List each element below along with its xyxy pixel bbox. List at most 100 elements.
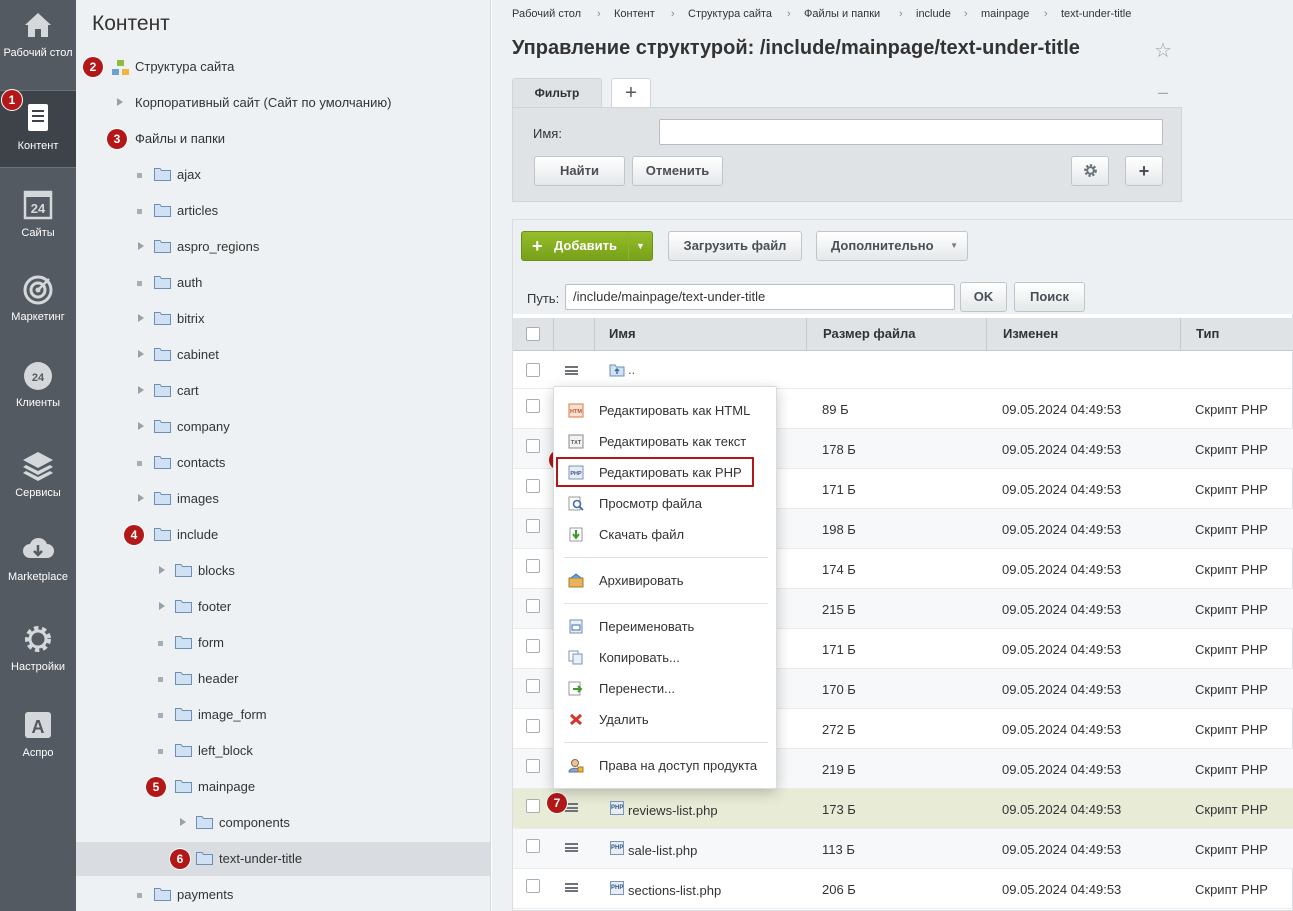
- tree-folder-header[interactable]: header: [76, 662, 490, 696]
- breadcrumb-item[interactable]: Структура сайта: [688, 8, 772, 20]
- expand-arrow-icon[interactable]: [138, 494, 144, 502]
- breadcrumb-item[interactable]: Рабочий стол: [512, 8, 581, 20]
- row-checkbox[interactable]: [526, 599, 540, 613]
- tree-item-files-and-folders[interactable]: Файлы и папки: [76, 122, 490, 156]
- row-checkbox[interactable]: [526, 879, 540, 893]
- expand-arrow-icon[interactable]: [159, 566, 165, 574]
- menu-item[interactable]: Копировать...: [554, 642, 778, 672]
- menu-item[interactable]: Архивировать: [554, 565, 778, 595]
- table-row[interactable]: PHP reviews-list.php 173 Б 09.05.2024 04:49…: [513, 789, 1293, 829]
- nav-item-services[interactable]: Сервисы: [0, 448, 76, 526]
- table-row[interactable]: PHP sections-list.php 206 Б 09.05.2024 04:4…: [513, 869, 1293, 909]
- table-row-parent-dir[interactable]: ..: [513, 352, 1293, 389]
- nav-item-settings[interactable]: Настройки: [0, 622, 76, 700]
- expand-arrow-icon[interactable]: [138, 422, 144, 430]
- menu-item[interactable]: HTM Редактировать как HTML: [554, 395, 778, 425]
- tree-folder-bitrix[interactable]: bitrix: [76, 302, 490, 336]
- path-input[interactable]: /include/mainpage/text-under-title: [565, 284, 955, 310]
- file-name[interactable]: sale-list.php: [628, 843, 697, 858]
- menu-item[interactable]: Права на доступ продукта: [554, 750, 778, 780]
- tree-folder-form[interactable]: form: [76, 626, 490, 660]
- menu-item[interactable]: Перенести...: [554, 673, 778, 703]
- add-button[interactable]: + Добавить ▼: [521, 231, 653, 261]
- upload-file-button[interactable]: Загрузить файл: [668, 231, 802, 261]
- tree-folder-articles[interactable]: articles: [76, 194, 490, 228]
- column-modified[interactable]: Изменен: [986, 318, 1180, 351]
- tree-folder-text-under-title[interactable]: text-under-title: [76, 842, 490, 876]
- row-checkbox[interactable]: [526, 719, 540, 733]
- row-checkbox[interactable]: [526, 639, 540, 653]
- tree-folder-ajax[interactable]: ajax: [76, 158, 490, 192]
- tree-folder-images[interactable]: images: [76, 482, 490, 516]
- tree-folder-aspro_regions[interactable]: aspro_regions: [76, 230, 490, 264]
- column-type[interactable]: Тип: [1180, 318, 1293, 351]
- tree-folder-image_form[interactable]: image_form: [76, 698, 490, 732]
- tree-folder-mainpage[interactable]: mainpage: [76, 770, 490, 804]
- nav-item-marketing[interactable]: Маркетинг: [0, 272, 76, 350]
- row-menu-icon[interactable]: [565, 803, 578, 812]
- row-menu-icon[interactable]: [565, 883, 578, 892]
- expand-arrow-icon[interactable]: [180, 818, 186, 826]
- tree-folder-left_block[interactable]: left_block: [76, 734, 490, 768]
- nav-item-clients[interactable]: 24 Клиенты: [0, 358, 76, 436]
- tree-folder-cabinet[interactable]: cabinet: [76, 338, 490, 372]
- chevron-down-icon[interactable]: ▼: [628, 232, 652, 260]
- nav-item-sites[interactable]: 24 Сайты: [0, 188, 76, 266]
- menu-item[interactable]: Переименовать: [554, 611, 778, 641]
- path-ok-button[interactable]: OK: [960, 282, 1007, 312]
- row-checkbox[interactable]: [526, 399, 540, 413]
- tree-folder-footer[interactable]: footer: [76, 590, 490, 624]
- menu-item[interactable]: Скачать файл: [554, 519, 778, 549]
- filter-settings-button[interactable]: [1071, 156, 1109, 186]
- row-checkbox[interactable]: [526, 559, 540, 573]
- tree-item-site-structure[interactable]: Структура сайта: [76, 50, 490, 84]
- file-name[interactable]: sections-list.php: [628, 883, 721, 898]
- row-checkbox[interactable]: [526, 519, 540, 533]
- favorite-star-icon[interactable]: ☆: [1154, 38, 1172, 63]
- row-checkbox[interactable]: [526, 439, 540, 453]
- tree-item-corporate-site[interactable]: Корпоративный сайт (Сайт по умолчанию): [76, 86, 490, 120]
- menu-item[interactable]: Просмотр файла: [554, 488, 778, 518]
- row-checkbox[interactable]: [526, 479, 540, 493]
- more-actions-button[interactable]: Дополнительно ▼: [816, 231, 968, 261]
- breadcrumb-item[interactable]: Контент: [614, 8, 655, 20]
- tree-folder-payments[interactable]: payments: [76, 878, 490, 911]
- cancel-button[interactable]: Отменить: [632, 156, 723, 186]
- tree-folder-auth[interactable]: auth: [76, 266, 490, 300]
- nav-item-aspro[interactable]: A Аспро: [0, 708, 76, 786]
- tree-folder-cart[interactable]: cart: [76, 374, 490, 408]
- breadcrumb-item[interactable]: mainpage: [981, 8, 1029, 20]
- filter-name-input[interactable]: [659, 119, 1163, 145]
- tree-folder-blocks[interactable]: blocks: [76, 554, 490, 588]
- select-all-checkbox[interactable]: [526, 327, 540, 341]
- tree-folder-contacts[interactable]: contacts: [76, 446, 490, 480]
- breadcrumb-item[interactable]: include: [916, 8, 951, 20]
- minimize-filter-button[interactable]: –: [1158, 82, 1168, 103]
- row-checkbox[interactable]: [526, 759, 540, 773]
- parent-dir-label[interactable]: ..: [628, 362, 635, 377]
- file-name[interactable]: reviews-list.php: [628, 803, 718, 818]
- expand-arrow-icon[interactable]: [138, 350, 144, 358]
- row-checkbox[interactable]: [526, 839, 540, 853]
- menu-item[interactable]: Удалить: [554, 704, 778, 734]
- column-size[interactable]: Размер файла: [806, 318, 986, 351]
- breadcrumb-item[interactable]: text-under-title: [1061, 8, 1131, 20]
- expand-arrow-icon[interactable]: [138, 314, 144, 322]
- tab-filter[interactable]: Фильтр: [512, 78, 602, 108]
- nav-item-desktop[interactable]: Рабочий стол: [0, 8, 76, 86]
- table-row[interactable]: PHP sale-list.php 113 Б 09.05.2024 04:49:53…: [513, 829, 1293, 869]
- nav-item-marketplace[interactable]: Marketplace: [0, 532, 76, 610]
- add-filter-tab-button[interactable]: +: [611, 78, 651, 108]
- column-name[interactable]: Имя: [594, 318, 806, 351]
- search-button[interactable]: Поиск: [1014, 282, 1085, 312]
- tree-folder-components[interactable]: components: [76, 806, 490, 840]
- row-checkbox[interactable]: [526, 799, 540, 813]
- row-checkbox[interactable]: [526, 679, 540, 693]
- expand-arrow-icon[interactable]: [138, 386, 144, 394]
- breadcrumb-item[interactable]: Файлы и папки: [804, 8, 880, 20]
- row-checkbox[interactable]: [526, 363, 540, 377]
- tree-folder-company[interactable]: company: [76, 410, 490, 444]
- row-menu-icon[interactable]: [565, 843, 578, 852]
- find-button[interactable]: Найти: [534, 156, 625, 186]
- expand-arrow-icon[interactable]: [159, 602, 165, 610]
